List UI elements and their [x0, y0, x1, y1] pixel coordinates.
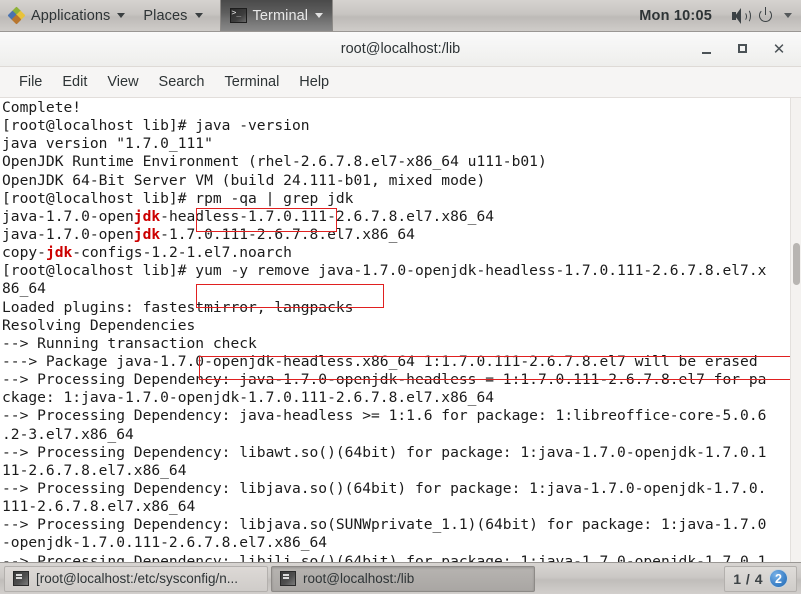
maximize-button[interactable]	[735, 41, 751, 57]
chevron-down-icon	[315, 13, 324, 18]
taskbar-window-label: root@localhost:/lib	[303, 571, 415, 586]
terminal-line: OpenJDK 64-Bit Server VM (build 24.111-b…	[2, 171, 486, 189]
active-window-menu-terminal[interactable]: Terminal	[219, 0, 334, 31]
taskbar-window-label: [root@localhost:/etc/sysconfig/n...	[36, 571, 239, 586]
menu-item-help[interactable]: Help	[289, 71, 339, 94]
top-panel: Applications Places Terminal Mon 10:05	[0, 0, 801, 32]
grep-match: jdk	[133, 225, 161, 243]
power-icon[interactable]	[759, 7, 774, 23]
grep-match: jdk	[133, 207, 161, 225]
terminal-line: .2-3.el7.x86_64	[2, 425, 134, 443]
menu-item-terminal[interactable]: Terminal	[215, 71, 290, 94]
terminal-line: --> Processing Dependency: java-1.7.0-op…	[2, 371, 767, 389]
clock[interactable]: Mon 10:05	[633, 0, 718, 31]
applications-menu-button[interactable]: Applications	[0, 0, 134, 31]
workspace-switcher[interactable]: 1 / 4 2	[724, 565, 797, 592]
terminal-line: [root@localhost lib]# yum -y remove java…	[2, 262, 767, 280]
active-window-label: Terminal	[252, 7, 309, 24]
terminal-line: --> Processing Dependency: libjli.so()(6…	[2, 552, 767, 562]
taskbar-window-button-0[interactable]: [root@localhost:/etc/sysconfig/n...	[4, 565, 268, 592]
applications-menu-label: Applications	[31, 7, 111, 24]
terminal-window: root@localhost:/lib ✕ File Edit View Sea…	[0, 32, 801, 562]
notification-badge[interactable]: 2	[769, 569, 788, 588]
terminal-line: [root@localhost lib]# rpm -qa | grep jdk	[2, 189, 354, 207]
terminal-scrollbar[interactable]	[790, 98, 801, 562]
terminal-output-area[interactable]: Complete! [root@localhost lib]# java -ver…	[0, 98, 801, 562]
gnome-foot-icon	[7, 6, 26, 24]
places-menu-button[interactable]: Places	[134, 0, 211, 31]
minimize-button[interactable]	[699, 41, 715, 57]
scrollbar-thumb[interactable]	[793, 243, 800, 285]
terminal-icon	[280, 571, 296, 586]
terminal-line: --> Processing Dependency: java-headless…	[2, 407, 767, 425]
terminal-line: Loaded plugins: fastestmirror, langpacks	[2, 298, 354, 316]
terminal-line: OpenJDK Runtime Environment (rhel-2.6.7.…	[2, 153, 547, 171]
panel-status-area	[718, 0, 801, 31]
menu-item-edit[interactable]: Edit	[52, 71, 97, 94]
menu-item-file[interactable]: File	[9, 71, 52, 94]
terminal-icon	[229, 8, 247, 23]
terminal-line: 111-2.6.7.8.el7.x86_64	[2, 498, 196, 516]
terminal-line: --> Processing Dependency: libjava.so()(…	[2, 479, 767, 497]
terminal-line: java-1.7.0-openjdk-headless-1.7.0.111-2.…	[2, 207, 495, 225]
taskbar-window-button-1[interactable]: root@localhost:/lib	[271, 565, 535, 592]
close-button[interactable]: ✕	[771, 41, 787, 57]
menu-item-view[interactable]: View	[97, 71, 148, 94]
panel-spacer	[333, 0, 633, 31]
menu-item-search[interactable]: Search	[149, 71, 215, 94]
chevron-down-icon	[194, 13, 203, 18]
desktop-root: Applications Places Terminal Mon 10:05	[0, 0, 801, 594]
terminal-line: 11-2.6.7.8.el7.x86_64	[2, 461, 187, 479]
window-controls: ✕	[699, 32, 793, 66]
window-title: root@localhost:/lib	[340, 41, 461, 57]
volume-icon[interactable]	[732, 7, 751, 24]
taskbar: [root@localhost:/etc/sysconfig/n... root…	[0, 562, 801, 594]
terminal-line: [root@localhost lib]# java -version	[2, 117, 310, 135]
window-titlebar[interactable]: root@localhost:/lib ✕	[0, 32, 801, 67]
terminal-text: Complete! [root@localhost lib]# java -ver…	[2, 99, 790, 562]
terminal-line: Resolving Dependencies	[2, 316, 196, 334]
terminal-line: --> Processing Dependency: libjava.so(SU…	[2, 516, 767, 534]
terminal-line: java-1.7.0-openjdk-1.7.0.111-2.6.7.8.el7…	[2, 225, 415, 243]
workspace-indicator: 1 / 4	[733, 570, 763, 587]
terminal-line: --> Processing Dependency: libawt.so()(6…	[2, 443, 767, 461]
terminal-line: ---> Package java-1.7.0-openjdk-headless…	[2, 352, 758, 370]
terminal-line: ckage: 1:java-1.7.0-openjdk-1.7.0.111-2.…	[2, 389, 495, 407]
terminal-line: -openjdk-1.7.0.111-2.6.7.8.el7.x86_64	[2, 534, 328, 552]
terminal-line: Complete!	[2, 99, 82, 116]
terminal-line: copy-jdk-configs-1.2-1.el7.noarch	[2, 244, 292, 262]
terminal-icon	[13, 571, 29, 586]
terminal-line: 86_64	[2, 280, 46, 298]
chevron-down-icon[interactable]	[784, 13, 792, 18]
grep-match: jdk	[45, 244, 73, 262]
chevron-down-icon	[117, 13, 126, 18]
menu-bar: File Edit View Search Terminal Help	[0, 67, 801, 98]
terminal-line: java version "1.7.0_111"	[2, 135, 213, 153]
places-menu-label: Places	[143, 7, 188, 24]
terminal-line: --> Running transaction check	[2, 334, 257, 352]
